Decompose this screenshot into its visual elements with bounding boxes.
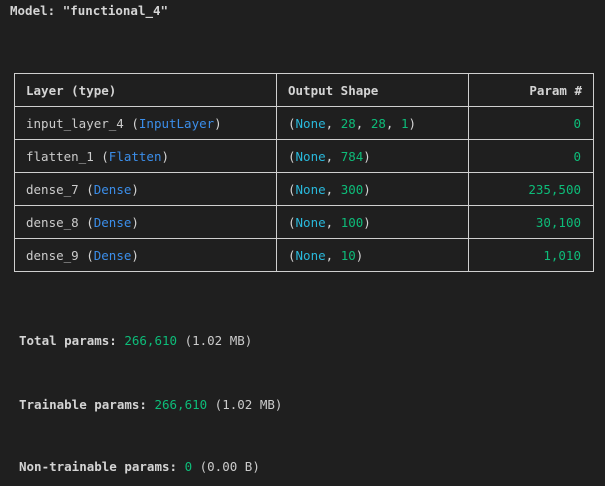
layer-type-cell: dense_8 (Dense) bbox=[14, 205, 277, 239]
param-count-cell: 1,010 bbox=[468, 238, 594, 272]
shape-dim: 784 bbox=[340, 148, 364, 164]
non-trainable-params-size: (0.00 B) bbox=[192, 459, 260, 474]
layer-name: dense_8 bbox=[26, 214, 79, 230]
param-count: 30,100 bbox=[535, 214, 581, 230]
table-row: dense_7 (Dense) (None, 300) 235,500 bbox=[14, 172, 594, 206]
table-row: input_layer_4 (InputLayer) (None, 28, 28,… bbox=[14, 106, 594, 140]
paren: ) bbox=[363, 214, 371, 230]
layer-name: input_layer_4 bbox=[26, 115, 124, 131]
param-count: 1,010 bbox=[543, 247, 581, 263]
comma: , bbox=[325, 247, 341, 263]
shape-batch-none: None bbox=[295, 115, 326, 131]
total-params-size: (1.02 MB) bbox=[177, 333, 253, 348]
model-title-prefix: Model: bbox=[10, 3, 63, 18]
output-shape-cell: (None, 300) bbox=[276, 172, 469, 206]
total-params-label: Total params: bbox=[19, 333, 125, 348]
paren: ( bbox=[78, 181, 94, 197]
header-param-count: Param # bbox=[468, 73, 594, 107]
non-trainable-params-line: Non-trainable params: 0 (0.00 B) bbox=[19, 459, 260, 474]
trainable-params-size: (1.02 MB) bbox=[207, 397, 283, 412]
comma: , bbox=[325, 181, 341, 197]
model-summary-table: Layer (type) Output Shape Param # input_… bbox=[14, 73, 594, 272]
paren: ) bbox=[131, 214, 139, 230]
model-title: Model: "functional_4" bbox=[10, 3, 168, 18]
layer-name: dense_9 bbox=[26, 247, 79, 263]
layer-type: Flatten bbox=[108, 148, 162, 164]
layer-type: InputLayer bbox=[138, 115, 215, 131]
param-count-cell: 0 bbox=[468, 139, 594, 173]
comma: , bbox=[325, 214, 341, 230]
comma: , bbox=[385, 115, 401, 131]
paren: ) bbox=[131, 181, 139, 197]
paren: ) bbox=[363, 148, 371, 164]
shape-dim: 10 bbox=[340, 247, 356, 263]
param-count-cell: 30,100 bbox=[468, 205, 594, 239]
output-shape-cell: (None, 28, 28, 1) bbox=[276, 106, 469, 140]
paren: ( bbox=[78, 247, 94, 263]
shape-batch-none: None bbox=[295, 214, 326, 230]
param-count: 235,500 bbox=[528, 181, 581, 197]
paren: ( bbox=[93, 148, 109, 164]
total-params-value: 266,610 bbox=[124, 333, 178, 348]
non-trainable-params-label: Non-trainable params: bbox=[19, 459, 185, 474]
paren: ( bbox=[288, 115, 296, 131]
trainable-params-line: Trainable params: 266,610 (1.02 MB) bbox=[19, 397, 282, 412]
output-shape-cell: (None, 100) bbox=[276, 205, 469, 239]
shape-dim: 100 bbox=[340, 214, 364, 230]
table-header-row: Layer (type) Output Shape Param # bbox=[14, 73, 594, 107]
layer-type-cell: input_layer_4 (InputLayer) bbox=[14, 106, 277, 140]
trainable-params-value: 266,610 bbox=[154, 397, 208, 412]
total-params-line: Total params: 266,610 (1.02 MB) bbox=[19, 333, 252, 348]
paren: ) bbox=[355, 247, 364, 263]
layer-type: Dense bbox=[93, 181, 132, 197]
paren: ( bbox=[288, 148, 296, 164]
shape-batch-none: None bbox=[295, 247, 326, 263]
paren: ) bbox=[408, 115, 417, 131]
param-count-cell: 0 bbox=[468, 106, 594, 140]
paren: ( bbox=[123, 115, 139, 131]
header-output-shape: Output Shape bbox=[276, 73, 469, 107]
paren: ( bbox=[288, 181, 296, 197]
paren: ) bbox=[131, 247, 139, 263]
table-row: dense_8 (Dense) (None, 100) 30,100 bbox=[14, 205, 594, 239]
comma: , bbox=[355, 115, 371, 131]
layer-type: Dense bbox=[93, 214, 132, 230]
output-shape-cell: (None, 10) bbox=[276, 238, 469, 272]
table-row: flatten_1 (Flatten) (None, 784) 0 bbox=[14, 139, 594, 173]
comma: , bbox=[325, 115, 341, 131]
shape-dim: 28 bbox=[340, 115, 356, 131]
paren: ) bbox=[214, 115, 222, 131]
param-count: 0 bbox=[573, 148, 581, 164]
paren: ( bbox=[288, 214, 296, 230]
param-count: 0 bbox=[573, 115, 581, 131]
comma: , bbox=[325, 148, 341, 164]
table-row: dense_9 (Dense) (None, 10) 1,010 bbox=[14, 238, 594, 272]
non-trainable-params-value: 0 bbox=[184, 459, 193, 474]
table-body: input_layer_4 (InputLayer) (None, 28, 28,… bbox=[14, 106, 594, 272]
layer-type-cell: flatten_1 (Flatten) bbox=[14, 139, 277, 173]
shape-batch-none: None bbox=[295, 148, 326, 164]
param-count-cell: 235,500 bbox=[468, 172, 594, 206]
paren: ) bbox=[363, 181, 371, 197]
layer-type-cell: dense_9 (Dense) bbox=[14, 238, 277, 272]
layer-name: dense_7 bbox=[26, 181, 79, 197]
layer-type-cell: dense_7 (Dense) bbox=[14, 172, 277, 206]
paren: ( bbox=[78, 214, 94, 230]
layer-name: flatten_1 bbox=[26, 148, 94, 164]
trainable-params-label: Trainable params: bbox=[19, 397, 155, 412]
output-shape-cell: (None, 784) bbox=[276, 139, 469, 173]
paren: ) bbox=[161, 148, 170, 164]
layer-type: Dense bbox=[93, 247, 132, 263]
shape-dim: 28 bbox=[370, 115, 386, 131]
header-layer-type: Layer (type) bbox=[14, 73, 277, 107]
model-title-name: "functional_4" bbox=[62, 3, 169, 18]
shape-batch-none: None bbox=[295, 181, 326, 197]
paren: ( bbox=[288, 247, 296, 263]
shape-dim: 300 bbox=[340, 181, 364, 197]
